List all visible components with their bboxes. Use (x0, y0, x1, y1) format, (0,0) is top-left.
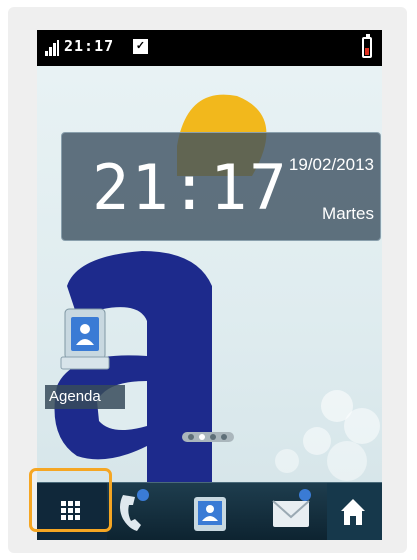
agenda-label: Agenda (45, 385, 125, 409)
selected-item-highlight (29, 468, 112, 532)
phone-icon (120, 489, 149, 531)
clock-weekday: Martes (322, 204, 374, 223)
clock-date: 19/02/2013 (288, 155, 374, 174)
status-time: 21:17 (64, 37, 115, 55)
messages-icon (272, 489, 311, 527)
agenda-shortcut[interactable] (59, 307, 115, 387)
clock-time: 21:17 (92, 151, 289, 224)
contacts-icon (194, 497, 226, 531)
home-button[interactable] (327, 483, 382, 540)
battery-low-icon (362, 34, 372, 58)
phone-screen: 21:17 ✓ 21:17 19/02/2013 Martes Agenda (37, 30, 382, 540)
wallpaper-logo (54, 94, 380, 482)
contacts-icon (60, 308, 110, 370)
status-bar: 21:17 ✓ (37, 30, 382, 66)
messages-button[interactable] (261, 483, 323, 540)
page-indicator (182, 432, 234, 442)
message-check-icon: ✓ (133, 39, 148, 54)
signal-bars-icon (45, 40, 59, 56)
contacts-button[interactable] (180, 483, 242, 540)
phone-button[interactable] (109, 483, 171, 540)
home-icon (327, 483, 382, 540)
home-screen-wallpaper (37, 66, 382, 482)
clock-widget[interactable]: 21:17 19/02/2013 Martes (61, 132, 381, 241)
